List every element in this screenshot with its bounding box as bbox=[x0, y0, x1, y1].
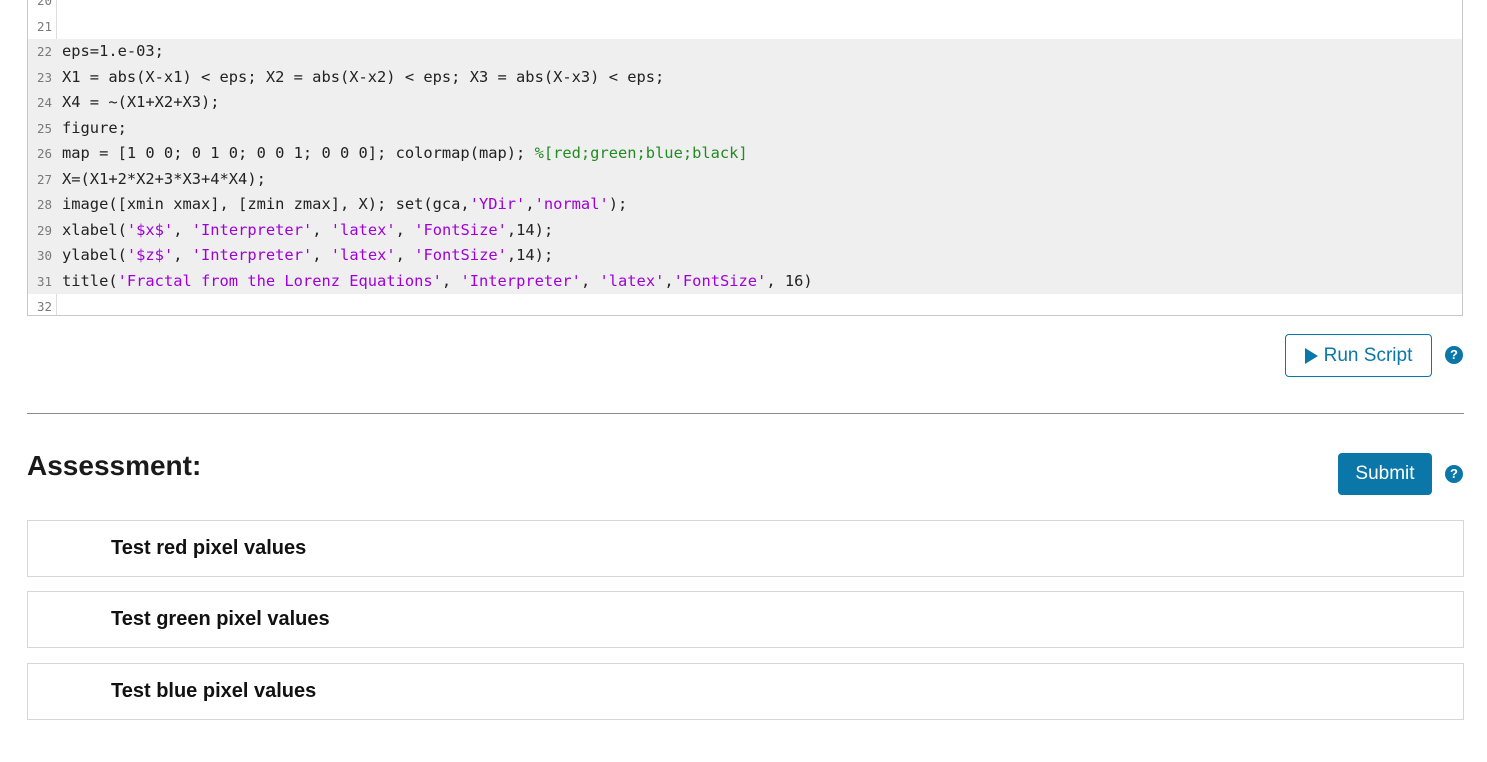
code-token: title( bbox=[62, 271, 118, 290]
code-text: X1 = abs(X-x1) < eps; X2 = abs(X-x2) < e… bbox=[62, 65, 664, 91]
code-token: X=(X1+2*X2+3*X3+4*X4); bbox=[62, 169, 266, 188]
code-token: ); bbox=[608, 195, 628, 213]
code-token: , bbox=[395, 246, 415, 264]
line-number: 22 bbox=[36, 44, 52, 59]
page: 20 21 22 eps=1.e-03; 23 X1 = abs(X-x1) < eps;… bbox=[0, 0, 1487, 762]
line-number: 27 bbox=[36, 171, 52, 187]
code-line[interactable]: 26 map = [1 0 0; 0 1 0; 0 0 1; 0 0 0]; co… bbox=[28, 141, 1462, 167]
line-number: 28 bbox=[36, 197, 52, 212]
code-text: X4 = ~(X1+X2+X3); bbox=[62, 90, 220, 116]
code-token: , bbox=[312, 220, 331, 239]
submit-button[interactable]: Submit bbox=[1338, 453, 1432, 495]
string-token: 'Interpreter' bbox=[191, 246, 313, 264]
code-token: X4 = ~(X1+X2+X3); bbox=[62, 93, 220, 111]
code-token: , bbox=[312, 246, 331, 264]
test-item-red[interactable]: Test red pixel values bbox=[27, 520, 1464, 577]
code-token: ylabel( bbox=[62, 246, 127, 264]
code-line[interactable]: 25 figure; bbox=[28, 115, 1462, 142]
string-token: 'FontSize' bbox=[673, 271, 767, 290]
code-text: image([xmin xmax], [zmin zmax], X); set(… bbox=[62, 192, 627, 218]
code-line[interactable]: 21 bbox=[28, 14, 1462, 40]
string-token: 'Fractal from the Lorenz Equations' bbox=[117, 271, 442, 290]
string-token: 'FontSize' bbox=[414, 246, 507, 264]
line-number: 32 bbox=[36, 299, 52, 314]
code-text: map = [1 0 0; 0 1 0; 0 0 1; 0 0 0]; colo… bbox=[62, 141, 748, 167]
line-number: 31 bbox=[36, 273, 52, 289]
test-label: Test green pixel values bbox=[111, 608, 330, 630]
code-editor[interactable]: 20 21 22 eps=1.e-03; 23 X1 = abs(X-x1) < eps;… bbox=[27, 0, 1463, 316]
code-line[interactable]: 30 ylabel('$z$', 'Interpreter', 'latex', … bbox=[28, 243, 1462, 269]
line-number: 23 bbox=[36, 69, 52, 85]
code-line[interactable]: 27 X=(X1+2*X2+3*X3+4*X4); bbox=[28, 166, 1462, 193]
code-text: ylabel('$z$', 'Interpreter', 'latex', 'F… bbox=[62, 243, 553, 269]
string-token: 'latex' bbox=[330, 220, 396, 239]
code-token: , bbox=[525, 195, 535, 213]
run-script-label: Run Script bbox=[1323, 344, 1413, 366]
code-token: X1 = abs(X-x1) < eps; X2 = abs(X-x2) < e… bbox=[62, 67, 665, 86]
test-item-blue[interactable]: Test blue pixel values bbox=[27, 663, 1464, 720]
code-token: map = [1 0 0; 0 1 0; 0 0 1; 0 0 0]; colo… bbox=[62, 144, 535, 162]
submit-help-icon[interactable]: ? bbox=[1445, 465, 1463, 483]
test-label: Test blue pixel values bbox=[111, 680, 317, 702]
string-token: 'normal' bbox=[534, 195, 609, 213]
code-token: , bbox=[441, 271, 461, 290]
code-token: , bbox=[173, 246, 192, 264]
code-token: , bbox=[173, 220, 192, 239]
run-help-icon[interactable]: ? bbox=[1445, 346, 1463, 364]
code-token: eps=1.e-03; bbox=[62, 42, 164, 60]
code-token: , 16) bbox=[766, 271, 813, 290]
line-number: 30 bbox=[36, 248, 52, 263]
line-number: 24 bbox=[36, 95, 52, 110]
comment-token: %[red;green;blue;black] bbox=[534, 144, 748, 162]
string-token: 'latex' bbox=[599, 271, 665, 290]
test-label: Test red pixel values bbox=[111, 537, 307, 559]
string-token: '$x$' bbox=[126, 220, 174, 239]
code-line[interactable]: 20 bbox=[28, 0, 1462, 14]
code-line[interactable]: 31 title('Fractal from the Lorenz Equatio… bbox=[28, 268, 1462, 295]
line-number: 21 bbox=[36, 18, 52, 34]
code-text: figure; bbox=[62, 116, 127, 142]
code-text: X=(X1+2*X2+3*X3+4*X4); bbox=[62, 167, 266, 193]
code-token: ,14); bbox=[506, 220, 554, 239]
assessment-title: Assessment: bbox=[27, 450, 202, 481]
line-number: 26 bbox=[36, 146, 52, 161]
code-text: title('Fractal from the Lorenz Equations… bbox=[62, 269, 813, 295]
test-item-green[interactable]: Test green pixel values bbox=[27, 591, 1464, 648]
code-token: , bbox=[395, 220, 415, 239]
code-line[interactable]: 28 image([xmin xmax], [zmin zmax], X); se… bbox=[28, 192, 1462, 218]
code-token: image([xmin xmax], [zmin zmax], X); set(… bbox=[62, 195, 470, 213]
string-token: 'FontSize' bbox=[414, 220, 507, 239]
play-icon bbox=[1304, 347, 1318, 364]
run-script-button[interactable]: Run Script bbox=[1285, 334, 1432, 377]
section-divider bbox=[27, 413, 1464, 414]
code-line[interactable]: 23 X1 = abs(X-x1) < eps; X2 = abs(X-x2) <… bbox=[28, 64, 1462, 91]
code-token: ,14); bbox=[506, 246, 554, 264]
code-line[interactable]: 32 bbox=[28, 294, 1462, 315]
line-number: 20 bbox=[36, 0, 52, 8]
string-token: 'Interpreter' bbox=[191, 220, 313, 239]
code-line[interactable]: 29 xlabel('$x$', 'Interpreter', 'latex', … bbox=[28, 217, 1462, 244]
code-text: xlabel('$x$', 'Interpreter', 'latex', 'F… bbox=[62, 218, 553, 244]
code-text: eps=1.e-03; bbox=[62, 39, 164, 65]
code-token: , bbox=[664, 271, 674, 290]
code-line[interactable]: 24 X4 = ~(X1+X2+X3); bbox=[28, 90, 1462, 116]
line-number: 25 bbox=[36, 120, 52, 136]
string-token: 'YDir' bbox=[469, 195, 526, 213]
string-token: '$z$' bbox=[126, 246, 174, 264]
code-lines[interactable]: 20 21 22 eps=1.e-03; 23 X1 = abs(X-x1) < eps;… bbox=[28, 0, 1462, 315]
string-token: 'Interpreter' bbox=[460, 271, 581, 290]
string-token: 'latex' bbox=[330, 246, 396, 264]
line-number: 29 bbox=[36, 222, 52, 238]
code-token: xlabel( bbox=[62, 220, 127, 239]
code-token: , bbox=[580, 271, 600, 290]
code-line[interactable]: 22 eps=1.e-03; bbox=[28, 39, 1462, 65]
code-token: figure; bbox=[62, 118, 127, 137]
